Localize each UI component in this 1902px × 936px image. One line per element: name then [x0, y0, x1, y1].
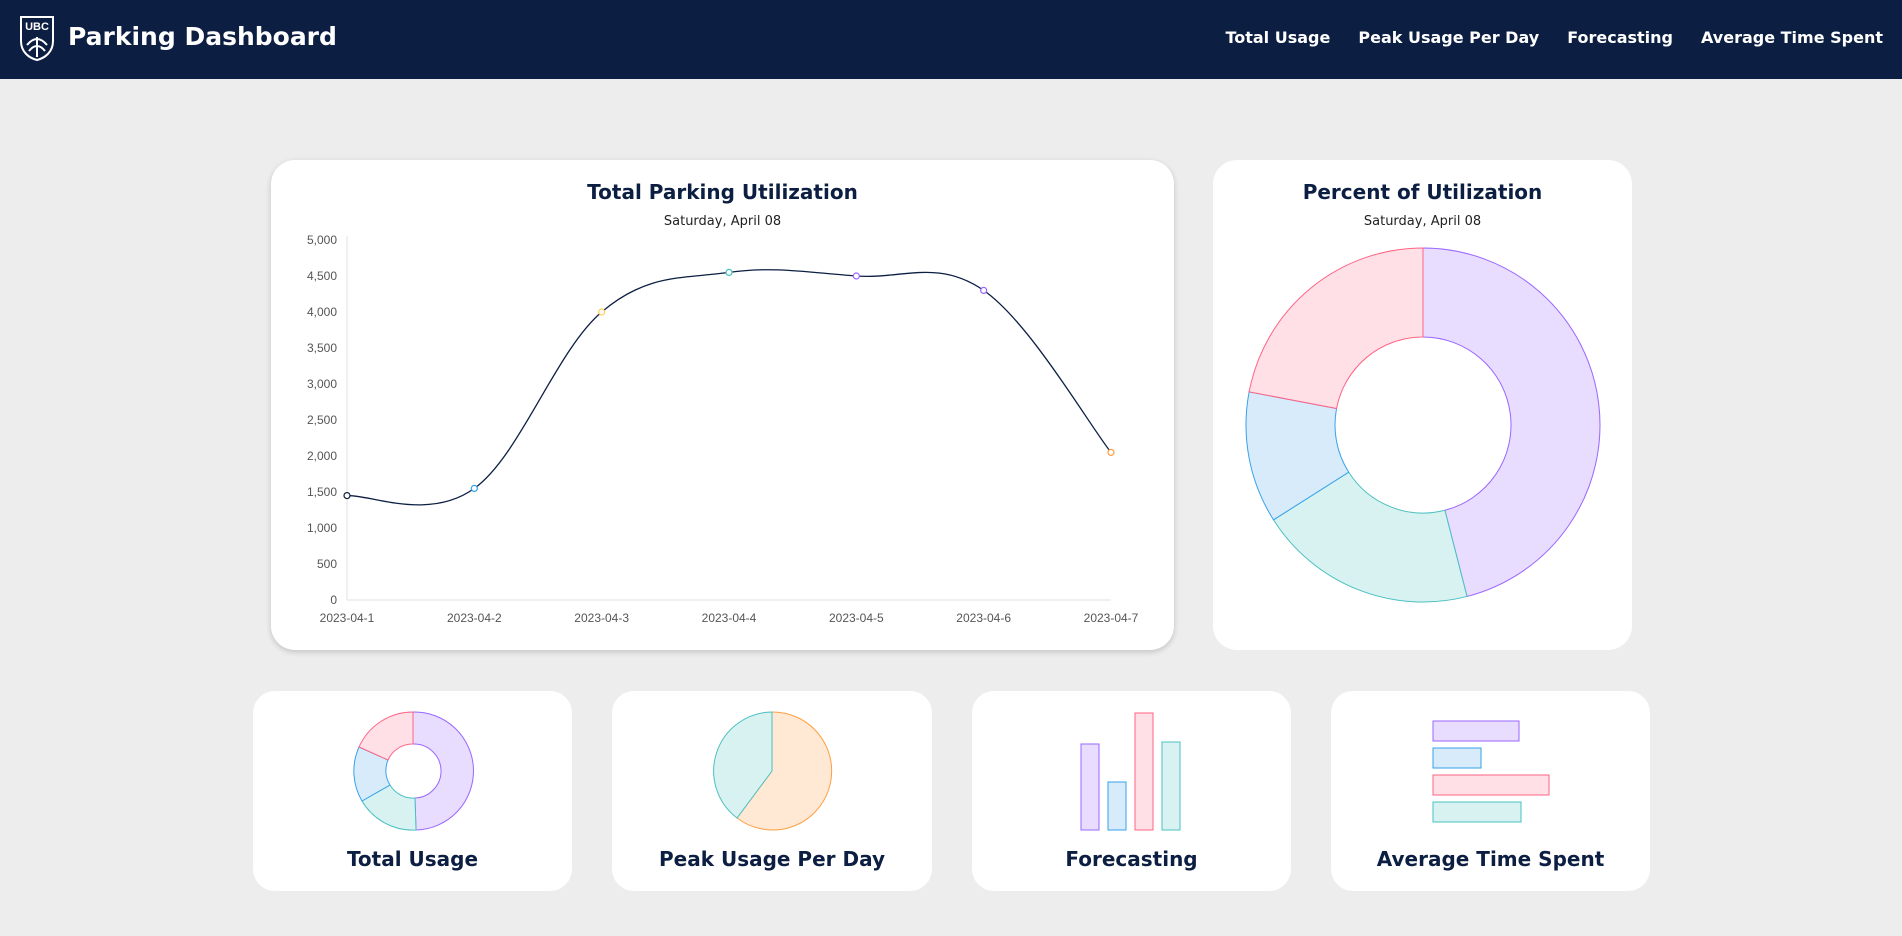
x-tick-label: 2023-04-2	[447, 611, 502, 625]
x-tick-label: 2023-04-7	[1084, 611, 1139, 625]
tile-peak-usage[interactable]: Peak Usage Per Day	[612, 691, 932, 891]
x-tick-label: 2023-04-6	[956, 611, 1011, 625]
y-tick-label: 2,000	[307, 449, 337, 463]
y-tick-label: 2,500	[307, 413, 337, 427]
utilization-chart-card: Total Parking Utilization Saturday, Apri…	[271, 160, 1174, 650]
tile-average-time[interactable]: Average Time Spent	[1331, 691, 1650, 891]
logo-text: UBC	[25, 21, 49, 33]
y-tick-label: 3,000	[307, 377, 337, 391]
tile-total-usage[interactable]: Total Usage	[253, 691, 572, 891]
data-point[interactable]	[980, 286, 988, 294]
data-point[interactable]	[343, 492, 351, 500]
ubc-crest-icon[interactable]: UBC	[19, 15, 55, 61]
x-tick-label: 2023-04-1	[320, 611, 375, 625]
top-navbar: UBC Parking Dashboard Total Usage Peak U…	[0, 0, 1902, 79]
nav-total-usage[interactable]: Total Usage	[1225, 28, 1330, 47]
data-point[interactable]	[852, 272, 860, 280]
y-tick-label: 0	[330, 593, 337, 607]
tile-label-average-time: Average Time Spent	[1376, 847, 1605, 871]
y-tick-label: 4,500	[307, 269, 337, 283]
x-tick-label: 2023-04-3	[574, 611, 629, 625]
nav-links: Total Usage Peak Usage Per Day Forecasti…	[1225, 28, 1883, 47]
y-tick-label: 4,000	[307, 305, 337, 319]
brand-title[interactable]: Parking Dashboard	[68, 22, 337, 51]
y-tick-label: 500	[317, 557, 337, 571]
data-point[interactable]	[470, 484, 478, 492]
donut-chart[interactable]	[1213, 160, 1632, 650]
line-chart[interactable]: 0 500 1,000 1,500 2,000 2,500 3,000 3,500 4,000 4…	[271, 160, 1174, 650]
y-tick-label: 3,500	[307, 341, 337, 355]
tile-label-peak-usage: Peak Usage Per Day	[658, 847, 886, 871]
data-point[interactable]	[725, 268, 733, 277]
percent-utilization-card: Percent of Utilization Saturday, April 0…	[1213, 160, 1632, 650]
utilization-line	[346, 269, 1112, 506]
y-tick-label: 5,000	[307, 233, 337, 247]
data-point[interactable]	[1107, 448, 1115, 456]
x-tick-label: 2023-04-5	[829, 611, 884, 625]
tile-label-forecasting: Forecasting	[1065, 847, 1198, 871]
donut-slice[interactable]	[1248, 247, 1424, 410]
x-tick-label: 2023-04-4	[702, 611, 757, 625]
data-point[interactable]	[598, 308, 606, 316]
tile-label-total-usage: Total Usage	[346, 847, 479, 871]
nav-forecasting[interactable]: Forecasting	[1567, 28, 1673, 47]
tile-forecasting[interactable]: Forecasting	[972, 691, 1291, 891]
nav-average-time[interactable]: Average Time Spent	[1701, 28, 1883, 47]
nav-peak-usage[interactable]: Peak Usage Per Day	[1358, 28, 1539, 47]
y-tick-label: 1,500	[307, 485, 337, 499]
y-tick-label: 1,000	[307, 521, 337, 535]
